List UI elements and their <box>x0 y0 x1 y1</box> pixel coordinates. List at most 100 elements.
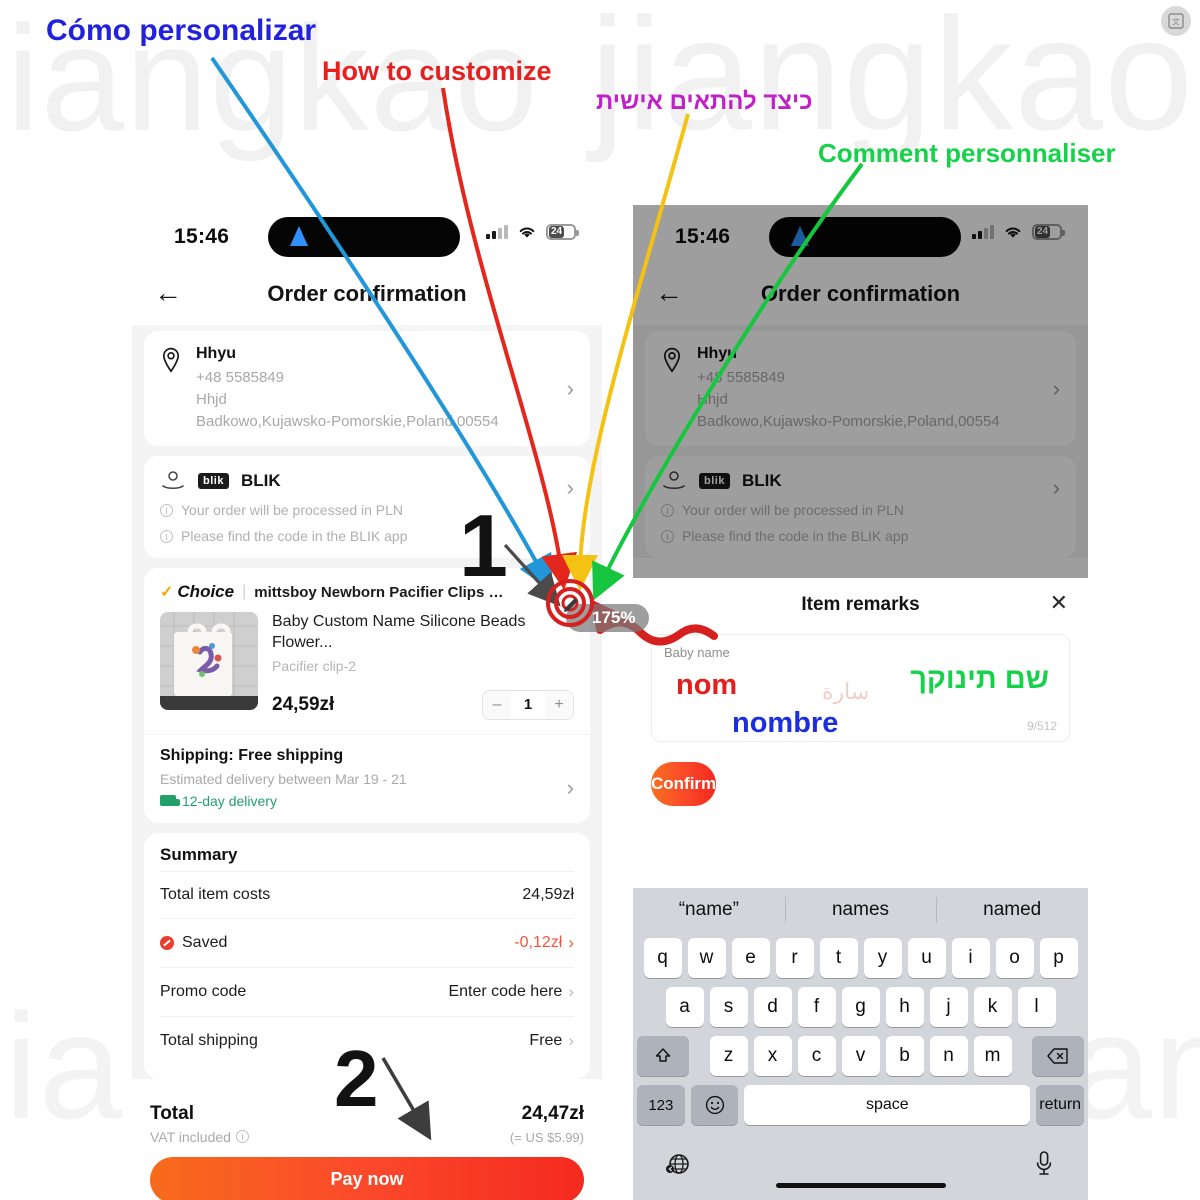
summary-title: Summary <box>160 844 238 864</box>
summary-row-label: Saved <box>182 933 228 951</box>
return-key[interactable]: return <box>1036 1085 1085 1125</box>
close-icon[interactable]: ✕ <box>1050 592 1068 614</box>
item-remarks-sheet: Item remarks ✕ Baby name سارة nom שם תינ… <box>633 578 1088 1200</box>
numeric-key[interactable]: 123 <box>637 1085 685 1125</box>
summary-row[interactable]: Saved -0,12zł › <box>160 917 574 967</box>
prediction-item[interactable]: named <box>936 888 1088 932</box>
key-b[interactable]: b <box>885 1036 924 1076</box>
quantity-decrease-button[interactable]: – <box>483 690 511 719</box>
step-number-two: 2 <box>334 1034 379 1123</box>
key-p[interactable]: p <box>1039 938 1078 978</box>
payment-note: Please find the code in the BLIK app <box>160 528 574 544</box>
key-f[interactable]: f <box>797 987 836 1027</box>
address-line1: Hhjd <box>196 390 227 408</box>
on-screen-keyboard: “name” names named qwertyuiop asdfghjkl … <box>633 888 1088 1200</box>
baby-name-input[interactable]: Baby name سارة nom שם תינוקך nombre 9/51… <box>651 634 1070 742</box>
status-indicators: 24 <box>486 224 579 240</box>
modal-scrim[interactable] <box>633 205 1088 578</box>
summary-row[interactable]: Promo code Enter code here › <box>160 966 574 1016</box>
space-key[interactable]: space <box>744 1085 1031 1125</box>
summary-row-value: Free <box>529 1031 563 1049</box>
dynamic-island <box>268 217 460 257</box>
quantity-increase-button[interactable]: + <box>545 690 573 719</box>
summary-row-label: Total item costs <box>160 885 271 903</box>
key-m[interactable]: m <box>973 1036 1012 1076</box>
key-x[interactable]: x <box>753 1036 792 1076</box>
key-y[interactable]: y <box>863 938 902 978</box>
shipping-speed-label: 12-day delivery <box>182 792 277 809</box>
keyboard-row-4: 123 space return <box>637 1085 1085 1125</box>
address-card[interactable]: Hhyu +48 5585849 Hhjd Badkowo,Kujawsko-P… <box>144 331 590 447</box>
key-r[interactable]: r <box>775 938 814 978</box>
shift-icon[interactable] <box>637 1036 689 1076</box>
total-value: 24,47zł <box>521 1102 584 1124</box>
quantity-stepper[interactable]: – 1 + <box>482 689 574 720</box>
payment-hand-icon <box>160 470 186 492</box>
key-k[interactable]: k <box>973 987 1012 1027</box>
keyboard-row-3: zxcvbnm <box>637 1036 1084 1076</box>
product-price: 24,59zł <box>272 693 335 715</box>
info-icon <box>235 1130 249 1144</box>
step-number-one: 1 <box>459 496 508 595</box>
key-e[interactable]: e <box>731 938 770 978</box>
product-thumbnail[interactable] <box>160 612 258 711</box>
key-q[interactable]: q <box>643 938 682 978</box>
translate-icon: 文 <box>1161 6 1191 36</box>
right-phone-screen: 15:46 24 ← Order confirmation Hhyu +48 5… <box>633 205 1088 1200</box>
key-h[interactable]: h <box>885 987 924 1027</box>
globe-icon[interactable] <box>665 1152 691 1178</box>
svg-text:文: 文 <box>1172 17 1180 27</box>
keyboard-row-1: qwertyuiop <box>637 938 1084 978</box>
keyboard-bottom-bar <box>633 1138 1088 1200</box>
nav-bar-left: ← Order confirmation <box>132 267 602 325</box>
product-card[interactable]: ✓ Choice | mittsboy Newborn Pacifier Cli… <box>144 568 590 823</box>
emoji-icon[interactable] <box>690 1085 739 1125</box>
overlay-label-french: nom <box>676 669 738 701</box>
shipping-block[interactable]: Shipping: Free shipping Estimated delive… <box>160 735 574 809</box>
key-c[interactable]: c <box>797 1036 836 1076</box>
confirm-button[interactable]: Confirm <box>651 762 717 806</box>
payment-note-text: Please find the code in the BLIK app <box>181 528 408 545</box>
chevron-right-icon: › <box>568 981 574 1001</box>
separator: | <box>242 583 247 601</box>
summary-row-label: Promo code <box>160 982 247 1000</box>
wifi-icon <box>519 227 535 238</box>
key-v[interactable]: v <box>841 1036 880 1076</box>
key-g[interactable]: g <box>841 987 880 1027</box>
microphone-icon[interactable] <box>1034 1150 1054 1178</box>
status-bar-left: 15:46 24 <box>132 205 602 267</box>
payment-note-text: Your order will be processed in PLN <box>181 502 404 519</box>
prediction-item[interactable]: names <box>784 888 937 932</box>
info-icon <box>160 503 173 517</box>
info-icon <box>160 529 173 543</box>
key-l[interactable]: l <box>1017 987 1056 1027</box>
key-o[interactable]: o <box>995 938 1034 978</box>
key-s[interactable]: s <box>709 987 748 1027</box>
key-u[interactable]: u <box>907 938 946 978</box>
key-i[interactable]: i <box>951 938 990 978</box>
location-pin-icon <box>160 347 182 373</box>
backspace-icon[interactable] <box>1032 1036 1084 1076</box>
chevron-right-icon: › <box>566 475 574 501</box>
key-d[interactable]: d <box>753 987 792 1027</box>
total-usd-value: (= US $5.99) <box>509 1129 584 1145</box>
annotation-hebrew: כיצד להתאים אישית <box>596 88 813 115</box>
pay-now-button[interactable]: Pay now <box>150 1156 584 1200</box>
product-variant: Pacifier clip-2 <box>272 657 357 674</box>
payment-card[interactable]: blik BLIK Your order will be processed i… <box>144 456 590 559</box>
overlay-label-hebrew: שם תינוקך <box>910 663 1049 695</box>
summary-row-value: 24,59zł <box>522 885 574 903</box>
product-title: Baby Custom Name Silicone Beads Flower..… <box>272 613 526 652</box>
key-w[interactable]: w <box>687 938 726 978</box>
key-t[interactable]: t <box>819 938 858 978</box>
vat-label: VAT included <box>150 1128 231 1145</box>
total-label: Total <box>150 1102 194 1124</box>
shipping-title: Shipping: Free shipping <box>160 746 344 764</box>
key-n[interactable]: n <box>929 1036 968 1076</box>
key-a[interactable]: a <box>665 987 704 1027</box>
key-j[interactable]: j <box>929 987 968 1027</box>
prediction-item[interactable]: “name” <box>633 888 785 932</box>
cellular-icon <box>486 225 508 239</box>
chevron-right-icon: › <box>566 774 574 800</box>
key-z[interactable]: z <box>709 1036 748 1076</box>
